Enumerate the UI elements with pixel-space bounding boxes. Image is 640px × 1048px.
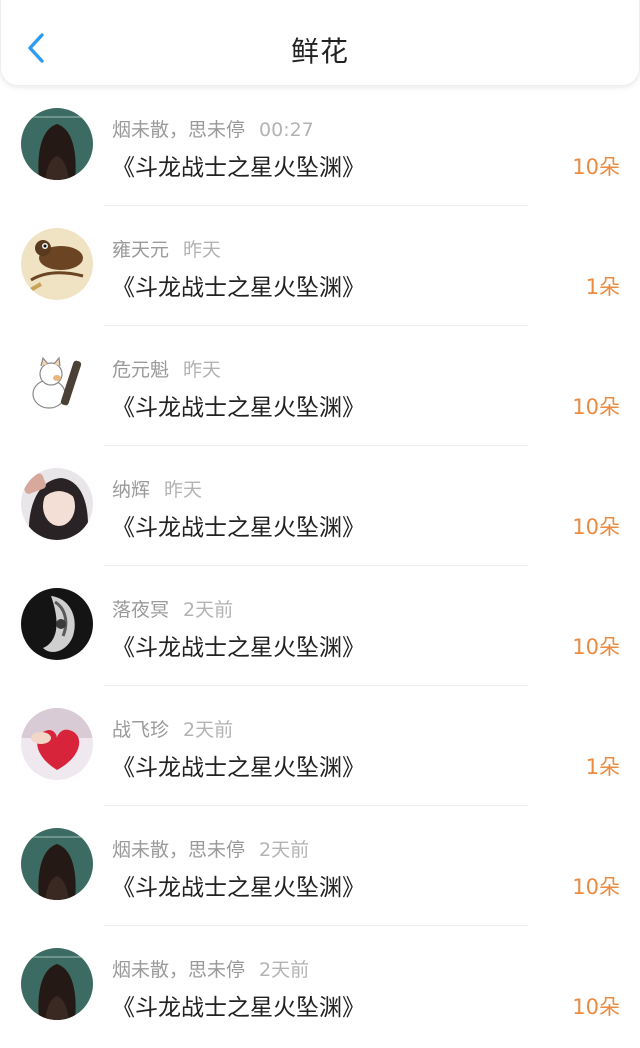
sender-info: 纳辉 昨天	[112, 475, 202, 503]
avatar[interactable]	[21, 708, 93, 780]
sender-name: 落夜冥	[112, 599, 170, 621]
timestamp: 2天前	[183, 599, 234, 621]
timestamp: 00:27	[259, 119, 314, 141]
sender-name: 战飞珍	[112, 719, 170, 741]
avatar-girl-photo	[21, 468, 93, 540]
sender-info: 烟未散，思未停 2天前	[112, 835, 309, 863]
avatar[interactable]	[21, 588, 93, 660]
sender-info: 雍天元 昨天	[112, 235, 221, 263]
list-item[interactable]: 烟未散，思未停 2天前 《斗龙战士之星火坠渊》 10朵	[0, 808, 640, 928]
sender-name: 纳辉	[112, 479, 151, 501]
divider	[104, 565, 528, 566]
sender-name: 烟未散，思未停	[112, 119, 246, 141]
book-title[interactable]: 《斗龙战士之星火坠渊》	[112, 268, 365, 302]
sender-info: 烟未散，思未停 2天前	[112, 955, 309, 983]
divider	[104, 445, 528, 446]
timestamp: 2天前	[259, 839, 310, 861]
divider	[104, 685, 528, 686]
divider	[104, 925, 528, 926]
book-title[interactable]: 《斗龙战士之星火坠渊》	[112, 628, 365, 662]
avatar[interactable]	[21, 948, 93, 1020]
avatar-dark-monochrome	[21, 588, 93, 660]
avatar-girl-long-hair	[21, 828, 93, 900]
timestamp: 2天前	[183, 719, 234, 741]
timestamp: 昨天	[183, 359, 222, 381]
timestamp: 昨天	[183, 239, 222, 261]
timestamp: 昨天	[164, 479, 203, 501]
top-nav-bar: 鲜花	[0, 0, 640, 86]
book-title[interactable]: 《斗龙战士之星火坠渊》	[112, 748, 365, 782]
divider	[104, 805, 528, 806]
flower-count: 10朵	[572, 875, 620, 899]
list-item[interactable]: 战飞珍 2天前 《斗龙战士之星火坠渊》 1朵	[0, 688, 640, 808]
book-title[interactable]: 《斗龙战士之星火坠渊》	[112, 508, 365, 542]
sender-name: 烟未散，思未停	[112, 839, 246, 861]
list-item[interactable]: 纳辉 昨天 《斗龙战士之星火坠渊》 10朵	[0, 448, 640, 568]
flower-gift-list: 烟未散，思未停 00:27 《斗龙战士之星火坠渊》 10朵 雍天元 昨天 《斗龙战士…	[0, 88, 640, 1048]
flower-count: 1朵	[585, 275, 620, 299]
avatar-girl-long-hair	[21, 108, 93, 180]
avatar[interactable]	[21, 228, 93, 300]
book-title[interactable]: 《斗龙战士之星火坠渊》	[112, 388, 365, 422]
avatar-red-heart	[21, 708, 93, 780]
sender-name: 雍天元	[112, 239, 170, 261]
avatar[interactable]	[21, 108, 93, 180]
list-item[interactable]: 危元魁 昨天 《斗龙战士之星火坠渊》 10朵	[0, 328, 640, 448]
avatar[interactable]	[21, 828, 93, 900]
divider	[104, 325, 528, 326]
book-title[interactable]: 《斗龙战士之星火坠渊》	[112, 148, 365, 182]
sender-info: 战飞珍 2天前	[112, 715, 233, 743]
sender-info: 落夜冥 2天前	[112, 595, 233, 623]
flower-count: 10朵	[572, 515, 620, 539]
page-title: 鲜花	[290, 35, 349, 68]
flower-count: 10朵	[572, 395, 620, 419]
avatar-cat-bottle	[21, 348, 93, 420]
flower-count: 1朵	[585, 755, 620, 779]
sender-name: 危元魁	[112, 359, 170, 381]
avatar-mouse-art	[21, 228, 93, 300]
list-item[interactable]: 雍天元 昨天 《斗龙战士之星火坠渊》 1朵	[0, 208, 640, 328]
list-item[interactable]: 烟未散，思未停 2天前 《斗龙战士之星火坠渊》 10朵	[0, 928, 640, 1048]
list-item[interactable]: 落夜冥 2天前 《斗龙战士之星火坠渊》 10朵	[0, 568, 640, 688]
timestamp: 2天前	[259, 959, 310, 981]
avatar-girl-long-hair	[21, 948, 93, 1020]
sender-name: 烟未散，思未停	[112, 959, 246, 981]
sender-info: 烟未散，思未停 00:27	[112, 115, 314, 143]
flower-count: 10朵	[572, 155, 620, 179]
list-item[interactable]: 烟未散，思未停 00:27 《斗龙战士之星火坠渊》 10朵	[0, 88, 640, 208]
sender-info: 危元魁 昨天	[112, 355, 221, 383]
book-title[interactable]: 《斗龙战士之星火坠渊》	[112, 988, 365, 1022]
flower-count: 10朵	[572, 635, 620, 659]
avatar[interactable]	[21, 348, 93, 420]
divider	[104, 205, 528, 206]
flower-count: 10朵	[572, 995, 620, 1019]
book-title[interactable]: 《斗龙战士之星火坠渊》	[112, 868, 365, 902]
avatar[interactable]	[21, 468, 93, 540]
